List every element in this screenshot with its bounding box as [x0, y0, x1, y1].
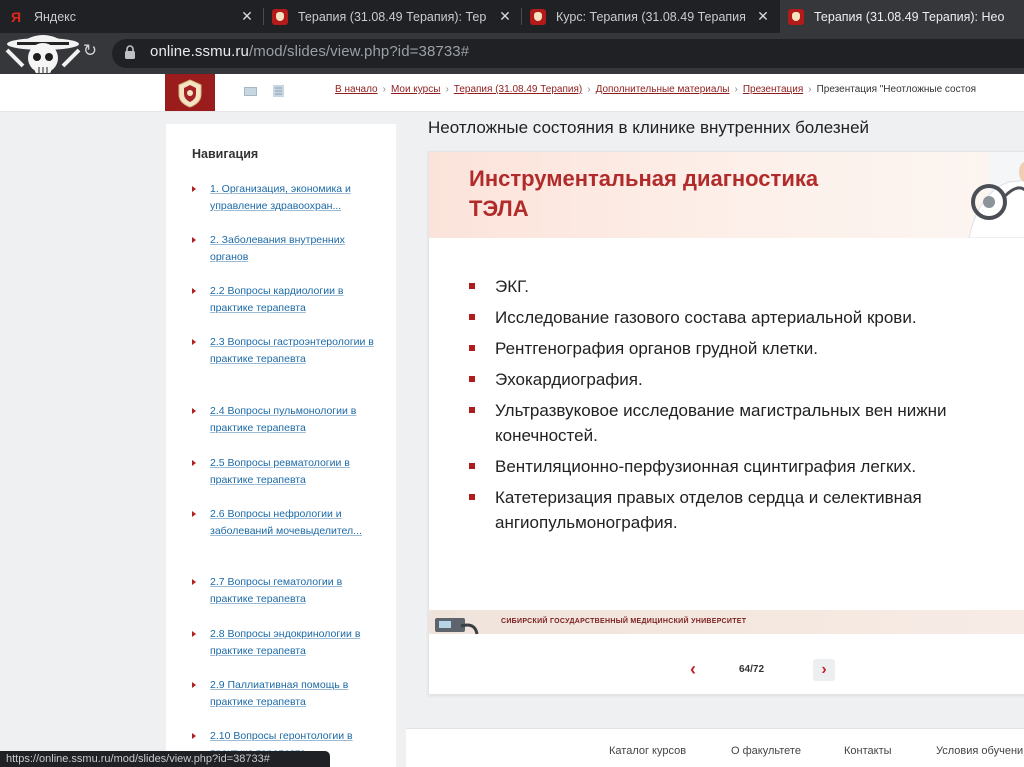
tab-therapy-active[interactable]: Терапия (31.08.49 Терапия): Нео: [780, 0, 1024, 33]
nav-item-2-5[interactable]: 2.5 Вопросы ревматологии в практике тера…: [192, 455, 382, 489]
medical-device-icon: [435, 618, 479, 635]
crest-icon: [178, 78, 202, 108]
breadcrumb: В начало › Мои курсы › Терапия (31.08.49…: [335, 84, 976, 95]
doctor-stethoscope-icon: [968, 152, 1024, 238]
nav-item-2-7[interactable]: 2.7 Вопросы гематологии в практике терап…: [192, 574, 382, 608]
bullet-icon: [192, 408, 196, 414]
page-counter: 64/72: [739, 664, 765, 675]
slide-footer-text: СИБИРСКИЙ ГОСУДАРСТВЕННЫЙ МЕДИЦИНСКИЙ УН…: [501, 618, 747, 625]
breadcrumb-current: Презентация "Неотложные состоя: [816, 84, 977, 95]
nav-item-1[interactable]: 1. Организация, экономика и управление з…: [192, 181, 382, 215]
footer-link-about[interactable]: О факультете: [731, 745, 801, 757]
breadcrumb-separator: ›: [808, 84, 812, 95]
page-footer: Каталог курсов О факультете Контакты Усл…: [406, 728, 1024, 767]
slide-pager: ‹ 64/72 ›: [429, 650, 1024, 690]
navigation-title: Навигация: [192, 147, 259, 161]
breadcrumb-course[interactable]: Терапия (31.08.49 Терапия): [454, 84, 582, 95]
nav-item-2-8[interactable]: 2.8 Вопросы эндокринологии в практике те…: [192, 626, 382, 660]
footer-link-catalog[interactable]: Каталог курсов: [609, 745, 686, 757]
nav-item-2-4[interactable]: 2.4 Вопросы пульмонологии в практике тер…: [192, 403, 382, 437]
breadcrumb-separator: ›: [734, 84, 738, 95]
slide-bullet: Эхокардиография.: [469, 367, 1024, 392]
crest-icon: [788, 8, 804, 25]
page-title: Неотложные состояния в клинике внутренни…: [428, 118, 870, 137]
slide-viewer: Инструментальная диагностика ТЭЛА ЭКГ. И…: [428, 151, 1024, 695]
close-icon[interactable]: ✕: [496, 8, 514, 25]
tab-course[interactable]: Курс: Терапия (31.08.49 Терапия ✕: [522, 0, 778, 33]
breadcrumb-my-courses[interactable]: Мои курсы: [391, 84, 441, 95]
bullet-icon: [192, 579, 196, 585]
slide-bullet: Исследование газового состава артериальн…: [469, 305, 1024, 330]
bullet-icon: [192, 186, 196, 192]
prev-slide-button[interactable]: ‹: [683, 659, 703, 679]
bullet-icon: [192, 682, 196, 688]
bullet-icon: [192, 288, 196, 294]
crest-icon: [530, 8, 546, 25]
slide-bullet: Рентгенография органов грудной клетки.: [469, 336, 1024, 361]
slide-footer: СИБИРСКИЙ ГОСУДАРСТВЕННЫЙ МЕДИЦИНСКИЙ УН…: [429, 610, 1024, 634]
tab-yandex[interactable]: Я Яндекс ✕: [0, 0, 262, 33]
nav-item-2[interactable]: 2. Заболевания внутренних органов: [192, 232, 382, 266]
slide-bullet: Катетеризация правых отделов сердца и се…: [469, 485, 1024, 535]
tab-title: Яндекс: [34, 9, 77, 24]
footer-link-terms[interactable]: Условия обучени: [936, 745, 1023, 757]
slide-bullet: Ультразвуковое исследование магистральны…: [469, 398, 1024, 448]
url-text[interactable]: online.ssmu.ru/mod/slides/view.php?id=38…: [150, 43, 469, 60]
university-logo[interactable]: [165, 74, 215, 111]
close-icon[interactable]: ✕: [754, 8, 772, 25]
browser-tab-bar: Я Яндекс ✕ Терапия (31.08.49 Терапия): Т…: [0, 0, 1024, 33]
slide-title: Инструментальная диагностика ТЭЛА: [469, 166, 819, 221]
reload-icon[interactable]: ↻: [81, 42, 99, 60]
breadcrumb-separator: ›: [445, 84, 449, 95]
breadcrumb-home[interactable]: В начало: [335, 84, 378, 95]
bullet-icon: [192, 733, 196, 739]
next-slide-button[interactable]: ›: [813, 659, 835, 681]
navigation-block: Навигация 1. Организация, экономика и уп…: [166, 124, 396, 767]
nav-item-2-3[interactable]: 2.3 Вопросы гастроэнтерологии в практике…: [192, 334, 382, 368]
lock-icon[interactable]: [124, 44, 136, 60]
tab-title: Курс: Терапия (31.08.49 Терапия: [556, 9, 746, 24]
bullet-icon: [192, 339, 196, 345]
crest-icon: [272, 8, 288, 25]
nav-item-2-6[interactable]: 2.6 Вопросы нефрологии и заболеваний моч…: [192, 506, 382, 540]
status-bar-url: https://online.ssmu.ru/mod/slides/view.p…: [0, 751, 330, 767]
site-header: В начало › Мои курсы › Терапия (31.08.49…: [0, 74, 1024, 112]
bullet-icon: [192, 631, 196, 637]
slide: Инструментальная диагностика ТЭЛА ЭКГ. И…: [429, 152, 1024, 644]
yandex-icon: Я: [10, 8, 22, 25]
slide-bullet: Вентиляционно-перфузионная сцинтиграфия …: [469, 454, 1024, 479]
slide-header: Инструментальная диагностика ТЭЛА: [429, 152, 1024, 238]
tab-title: Терапия (31.08.49 Терапия): Тер: [298, 9, 487, 24]
messages-icon[interactable]: [244, 87, 257, 96]
tab-title: Терапия (31.08.49 Терапия): Нео: [814, 9, 1005, 24]
bullet-icon: [192, 460, 196, 466]
notifications-icon[interactable]: [273, 85, 284, 97]
breadcrumb-materials[interactable]: Дополнительные материалы: [596, 84, 730, 95]
breadcrumb-separator: ›: [587, 84, 591, 95]
breadcrumb-presentation[interactable]: Презентация: [743, 84, 803, 95]
bullet-icon: [192, 237, 196, 243]
slide-bullet-list: ЭКГ. Исследование газового состава артер…: [469, 274, 1024, 541]
slide-bullet: ЭКГ.: [469, 274, 1024, 299]
nav-item-2-9[interactable]: 2.9 Паллиативная помощь в практике терап…: [192, 677, 382, 711]
skull-logo-icon: [5, 35, 81, 73]
bullet-icon: [192, 511, 196, 517]
tab-therapy-1[interactable]: Терапия (31.08.49 Терапия): Тер ✕: [264, 0, 520, 33]
web-page: В начало › Мои курсы › Терапия (31.08.49…: [0, 74, 1024, 767]
breadcrumb-separator: ›: [382, 84, 386, 95]
nav-item-2-2[interactable]: 2.2 Вопросы кардиологии в практике терап…: [192, 283, 382, 317]
footer-link-contacts[interactable]: Контакты: [844, 745, 892, 757]
close-icon[interactable]: ✕: [238, 8, 256, 25]
